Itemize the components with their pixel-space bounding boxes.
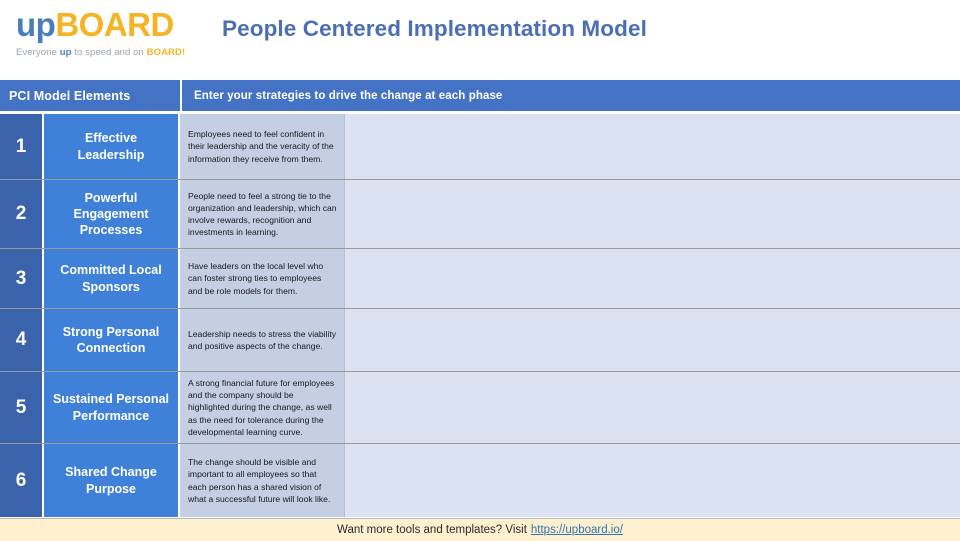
row-element-label: Shared Change Purpose xyxy=(44,444,180,517)
logo-tagline: Everyone up to speed and on BOARD! xyxy=(16,47,206,58)
row-description: Leadership needs to stress the viability… xyxy=(180,309,345,371)
table-row: 4 Strong Personal Connection Leadership … xyxy=(0,309,960,372)
row-strategy-input[interactable] xyxy=(345,309,960,371)
row-description: People need to feel a strong tie to the … xyxy=(180,180,345,248)
slide-header: upBOARD Everyone up to speed and on BOAR… xyxy=(0,0,960,80)
table-header-band: PCI Model Elements Enter your strategies… xyxy=(0,80,960,111)
row-strategy-input[interactable] xyxy=(345,444,960,517)
row-description: A strong financial future for employees … xyxy=(180,372,345,443)
upboard-logo[interactable]: upBOARD Everyone up to speed and on BOAR… xyxy=(16,6,206,58)
logo-wordmark: upBOARD xyxy=(16,6,206,43)
table-row: 5 Sustained Personal Performance A stron… xyxy=(0,372,960,444)
logo-up-text: up xyxy=(16,6,56,43)
row-element-label: Strong Personal Connection xyxy=(44,309,180,371)
table-row: 6 Shared Change Purpose The change shoul… xyxy=(0,444,960,517)
footer-text: Want more tools and templates? Visit xyxy=(337,524,527,536)
row-strategy-input[interactable] xyxy=(345,249,960,308)
row-element-label: Committed Local Sponsors xyxy=(44,249,180,308)
row-number: 6 xyxy=(0,444,44,517)
row-number: 3 xyxy=(0,249,44,308)
table-row: 3 Committed Local Sponsors Have leaders … xyxy=(0,249,960,309)
row-description: The change should be visible and importa… xyxy=(180,444,345,517)
row-element-label: Powerful Engagement Processes xyxy=(44,180,180,248)
row-element-label: Effective Leadership xyxy=(44,114,180,179)
row-description: Employees need to feel confident in thei… xyxy=(180,114,345,179)
table-row: 1 Effective Leadership Employees need to… xyxy=(0,114,960,180)
tagline-pre: Everyone xyxy=(16,46,60,58)
row-number: 4 xyxy=(0,309,44,371)
tagline-mid: to speed and on xyxy=(71,46,147,58)
row-strategy-input[interactable] xyxy=(345,114,960,179)
slide-canvas: upBOARD Everyone up to speed and on BOAR… xyxy=(0,0,960,541)
column-header-strategies: Enter your strategies to drive the chang… xyxy=(194,89,503,102)
tagline-up: up xyxy=(59,46,72,58)
row-description: Have leaders on the local level who can … xyxy=(180,249,345,308)
row-strategy-input[interactable] xyxy=(345,372,960,443)
tagline-board: BOARD! xyxy=(146,46,186,58)
page-title: People Centered Implementation Model xyxy=(222,16,647,41)
logo-board-text: BOARD xyxy=(55,6,174,43)
row-strategy-input[interactable] xyxy=(345,180,960,248)
upboard-link[interactable]: https://upboard.io/ xyxy=(531,524,623,536)
row-number: 2 xyxy=(0,180,44,248)
row-element-label: Sustained Personal Performance xyxy=(44,372,180,443)
pci-model-table: 1 Effective Leadership Employees need to… xyxy=(0,114,960,518)
column-header-elements: PCI Model Elements xyxy=(9,88,131,103)
row-number: 1 xyxy=(0,114,44,179)
footer-bar: Want more tools and templates? Visit htt… xyxy=(0,518,960,541)
table-row: 2 Powerful Engagement Processes People n… xyxy=(0,180,960,249)
row-number: 5 xyxy=(0,372,44,443)
